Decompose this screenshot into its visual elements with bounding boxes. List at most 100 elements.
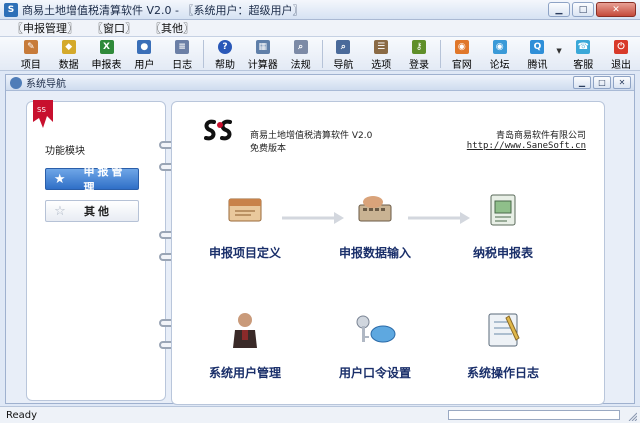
power-icon: ⏻ <box>614 40 629 54</box>
feature-label: 纳税申报表 <box>472 246 533 260</box>
navigation-icon: ⌕ <box>336 40 351 54</box>
toolbar-label: 项目 <box>20 60 41 71</box>
toolbar-report-button[interactable]: X 申报表 <box>88 37 126 71</box>
project-definition-icon <box>223 188 267 232</box>
feature-label: 系统操作日志 <box>466 366 539 380</box>
toolbar-tencent-button[interactable]: Q 腾讯 <box>519 37 557 71</box>
tax-form-icon <box>481 188 525 232</box>
navigation-window: 系统导航 ▁ □ ✕ SS 功能模块 ★ 申报管理 ☆ 其他 商易土地增值税清算… <box>5 74 635 405</box>
feature-user-management[interactable]: 系统用户管理 <box>190 308 300 381</box>
toolbar-login-button[interactable]: ⚷ 登录 <box>400 37 438 71</box>
edition-label: 免费版本 <box>250 144 287 154</box>
toolbar-label: 数据 <box>58 60 79 71</box>
toolbar-log-button[interactable]: ≡ 日志 <box>163 37 201 71</box>
status-text: Ready <box>6 409 38 421</box>
toolbar-data-button[interactable]: ◆ 数据 <box>50 37 88 71</box>
user-icon: ● <box>137 40 152 54</box>
dropdown-arrow-icon[interactable]: ▼ <box>556 37 564 55</box>
resize-grip-icon[interactable] <box>627 411 637 421</box>
status-progress-bar <box>448 410 620 420</box>
feature-label: 用户口令设置 <box>338 366 411 380</box>
navigation-window-title-bar: 系统导航 ▁ □ ✕ <box>6 75 634 91</box>
feature-panel: 商易土地增值税清算软件 V2.0 免费版本 青岛商易软件有限公司 http://… <box>171 101 605 405</box>
toolbar-label: 腾讯 <box>527 60 548 71</box>
app-icon: S <box>4 2 18 17</box>
feature-tax-form[interactable]: 纳税申报表 <box>448 188 558 261</box>
minimize-button[interactable]: ▁ <box>548 2 570 17</box>
close-button[interactable]: ✕ <box>596 2 636 17</box>
status-bar: Ready <box>0 406 640 423</box>
notebook-icon <box>481 308 525 352</box>
toolbar-help-button[interactable]: ? 帮助 <box>206 37 244 71</box>
service-icon: ☎ <box>576 40 591 54</box>
inner-maximize-button[interactable]: □ <box>593 76 611 89</box>
menu-declaration[interactable]: 〖申报管理〗 <box>12 20 78 36</box>
feature-operation-log[interactable]: 系统操作日志 <box>448 308 558 381</box>
window-title: 商易土地增值税清算软件 V2.0 - 〖系统用户：超级用户〗 <box>22 3 304 17</box>
star-icon: ★ <box>53 171 66 187</box>
toolbar-label: 客服 <box>573 60 594 71</box>
toolbar-separator <box>203 40 205 68</box>
menu-window[interactable]: 〖窗口〗 <box>92 20 136 36</box>
toolbar-user-button[interactable]: ● 用户 <box>125 37 163 71</box>
toolbar-label: 退出 <box>611 60 632 71</box>
toolbar-label: 帮助 <box>214 60 235 71</box>
feature-password-setting[interactable]: 用户口令设置 <box>320 308 430 381</box>
feature-project-definition[interactable]: 申报项目定义 <box>190 188 300 261</box>
navigation-window-controls: ▁ □ ✕ <box>573 76 631 89</box>
nav-other-button[interactable]: ☆ 其他 <box>45 200 139 222</box>
forum-icon: ◉ <box>492 40 507 54</box>
toolbar-separator <box>321 40 323 68</box>
help-icon: ? <box>217 40 232 54</box>
toolbar-label: 选项 <box>371 60 392 71</box>
keyboard-input-icon <box>353 188 397 232</box>
module-panel: SS 功能模块 ★ 申报管理 ☆ 其他 <box>26 100 166 401</box>
sanesoft-logo <box>204 119 232 141</box>
log-icon: ≡ <box>175 40 190 54</box>
search-icon: ⌕ <box>293 40 308 54</box>
toolbar-label: 导航 <box>333 60 354 71</box>
toolbar-exit-button[interactable]: ⏻ 退出 <box>602 37 640 71</box>
user-management-icon <box>223 308 267 352</box>
website-link[interactable]: http://www.SaneSoft.cn <box>467 141 586 151</box>
navigation-window-icon <box>10 76 22 89</box>
login-icon: ⚷ <box>412 40 427 54</box>
menu-bar: 〖申报管理〗 〖窗口〗 〖其他〗 <box>0 20 640 37</box>
rss-icon: ◉ <box>454 40 469 54</box>
toolbar-separator <box>439 40 441 68</box>
toolbar-options-button[interactable]: ☰ 选项 <box>362 37 400 71</box>
excel-icon: X <box>99 40 114 54</box>
ribbon-bookmark-icon: SS <box>33 100 53 128</box>
toolbar-forum-button[interactable]: ◉ 论坛 <box>481 37 519 71</box>
window-controls: ▁ □ ✕ <box>548 2 636 17</box>
options-icon: ☰ <box>374 40 389 54</box>
nav-button-label: 其他 <box>84 205 112 218</box>
company-name: 青岛商易软件有限公司 <box>495 131 586 141</box>
feature-label: 申报数据输入 <box>338 246 411 260</box>
star-outline-icon: ☆ <box>54 203 66 219</box>
maximize-button[interactable]: □ <box>572 2 594 17</box>
project-icon: ✎ <box>23 40 38 54</box>
toolbar-label: 官网 <box>451 60 472 71</box>
toolbar-project-button[interactable]: ✎ 项目 <box>12 37 50 71</box>
toolbar-regulation-button[interactable]: ⌕ 法规 <box>282 37 320 71</box>
toolbar-service-button[interactable]: ☎ 客服 <box>564 37 602 71</box>
inner-close-button[interactable]: ✕ <box>613 76 631 89</box>
toolbar-website-button[interactable]: ◉ 官网 <box>443 37 481 71</box>
toolbar-label: 申报表 <box>91 60 122 71</box>
data-icon: ◆ <box>61 40 76 54</box>
toolbar: ✎ 项目 ◆ 数据 X 申报表 ● 用户 ≡ 日志 ? 帮助 ▦ 计算器 ⌕ 法… <box>0 37 640 71</box>
feature-data-input[interactable]: 申报数据输入 <box>320 188 430 261</box>
toolbar-label: 法规 <box>290 60 311 71</box>
menu-other[interactable]: 〖其他〗 <box>150 20 194 36</box>
feature-label: 系统用户管理 <box>208 366 281 380</box>
calculator-icon: ▦ <box>255 40 270 54</box>
toolbar-label: 用户 <box>134 60 155 71</box>
nav-declaration-management-button[interactable]: ★ 申报管理 <box>45 165 139 194</box>
product-name: 商易土地增值税清算软件 V2.0 <box>250 131 373 141</box>
toolbar-label: 计算器 <box>247 60 278 71</box>
toolbar-navigation-button[interactable]: ⌕ 导航 <box>325 37 363 71</box>
key-icon <box>353 308 397 352</box>
inner-minimize-button[interactable]: ▁ <box>573 76 591 89</box>
toolbar-calculator-button[interactable]: ▦ 计算器 <box>244 37 282 71</box>
